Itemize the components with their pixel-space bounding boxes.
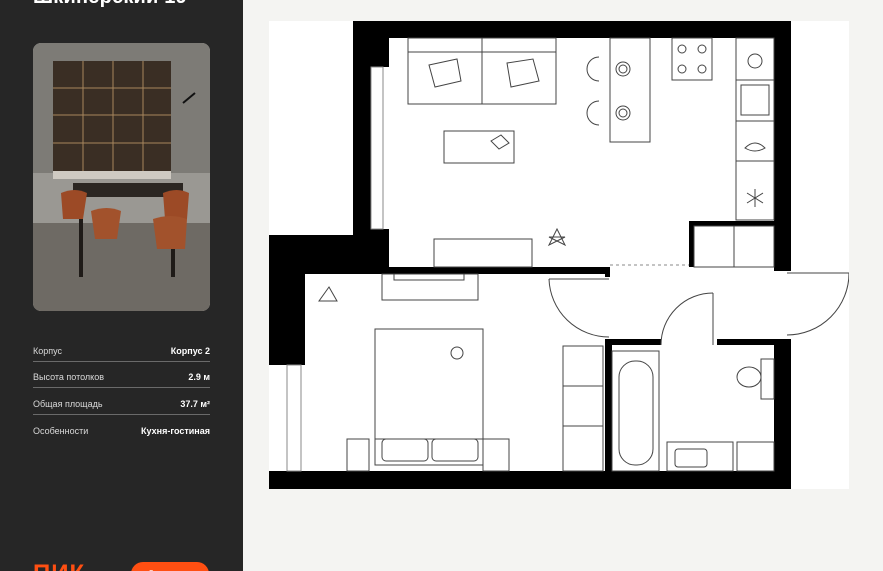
floor-plan-drawing bbox=[269, 21, 849, 489]
cta-button[interactable]: Записаться bbox=[131, 562, 209, 571]
interior-photo bbox=[33, 43, 210, 311]
spec-row-ceiling-height: Высота потолков 2.9 м bbox=[33, 362, 210, 388]
sidebar: Шкиперский 19 bbox=[0, 0, 243, 571]
floor-plan bbox=[269, 21, 849, 489]
spec-row-building: Корпус Корпус 2 bbox=[33, 335, 210, 362]
spec-row-features: Особенности Кухня-гостиная bbox=[33, 415, 210, 442]
brand-logo: ПИК bbox=[33, 560, 85, 571]
spec-label: Корпус bbox=[33, 345, 63, 356]
spec-label: Общая площадь bbox=[33, 398, 103, 409]
apartment-specs: Корпус Корпус 2 Высота потолков 2.9 м Об… bbox=[33, 335, 210, 441]
spec-label: Особенности bbox=[33, 426, 89, 436]
spec-row-total-area: Общая площадь 37.7 м² bbox=[33, 388, 210, 415]
spec-value: 2.9 м bbox=[188, 372, 210, 382]
spec-label: Высота потолков bbox=[33, 372, 104, 382]
project-title: Шкиперский 19 bbox=[33, 0, 187, 9]
spec-value: Кухня-гостиная bbox=[141, 426, 210, 436]
spec-value: Корпус 2 bbox=[170, 345, 210, 356]
spec-value: 37.7 м² bbox=[180, 398, 210, 409]
